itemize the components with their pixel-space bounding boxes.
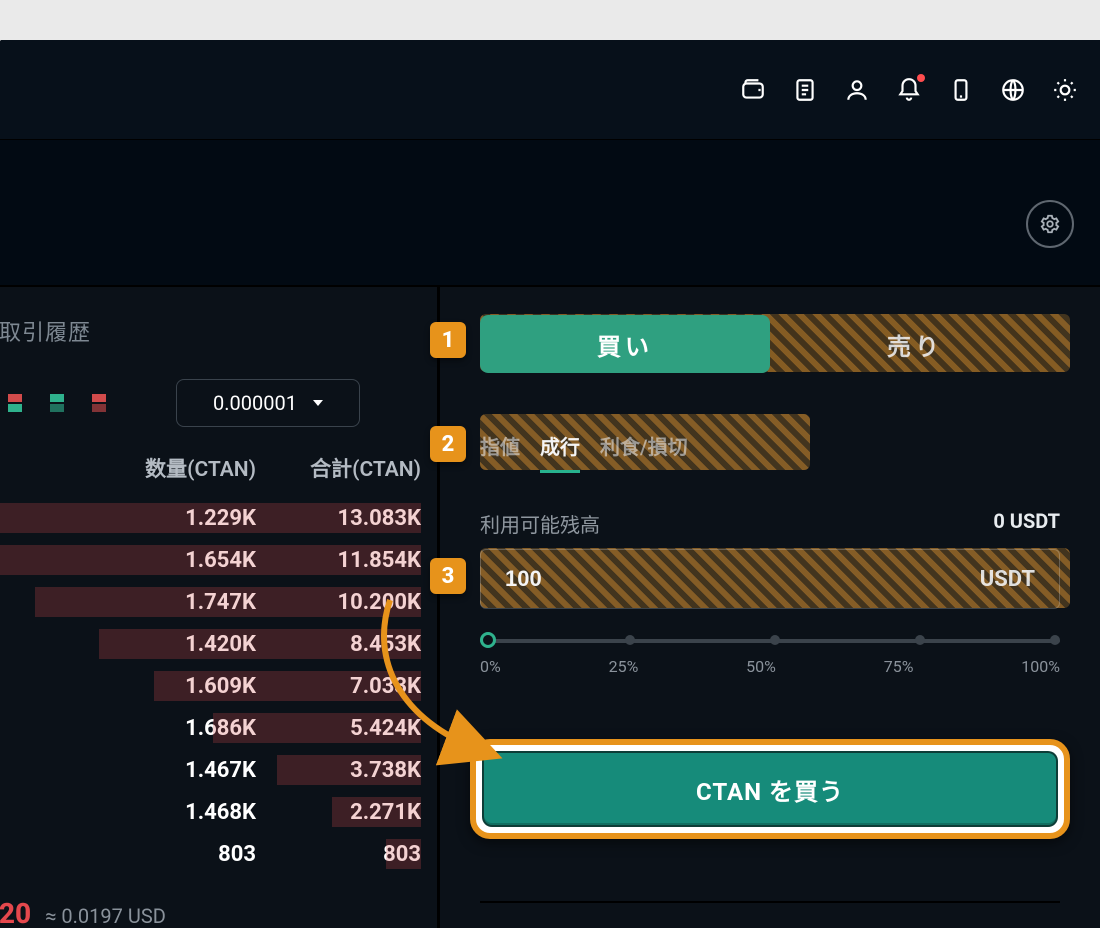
- depth-bar: [332, 797, 421, 827]
- account-icon[interactable]: [842, 75, 872, 105]
- depth-both-icon[interactable]: [8, 394, 22, 412]
- depth-bids-icon[interactable]: [50, 394, 64, 412]
- divider: [480, 901, 1060, 903]
- tick-0: 0%: [480, 657, 501, 676]
- ot-limit[interactable]: 指値: [480, 431, 520, 473]
- depth-bar: [277, 755, 421, 785]
- market-info-panel: [0, 140, 1100, 286]
- orderbook-row[interactable]: 8241.609K7.033K: [0, 665, 421, 707]
- available-label: 利用可能残高: [480, 509, 600, 538]
- amount-input[interactable]: [505, 566, 980, 592]
- tab-trade-history[interactable]: 取引履歴: [0, 315, 91, 362]
- amount-unit: USDT: [980, 567, 1035, 592]
- buy-button-highlight: CTAN を買う: [470, 739, 1070, 839]
- side-tab-buy[interactable]: 買い: [480, 315, 770, 373]
- orderbook-row[interactable]: 8641.747K10.200K: [0, 581, 421, 623]
- last-price-usd: ≈ 0.0197 USD: [45, 904, 166, 928]
- precision-value: 0.000001: [213, 391, 297, 415]
- orderbook-row[interactable]: 8441.420K8.453K: [0, 623, 421, 665]
- orderbook-panel: 板 取引履歴 0.000001 USDT) 数量(CTAN) 合計(CTAN): [0, 287, 440, 928]
- col-total: 合計(CTAN): [256, 453, 421, 483]
- qty-cell: 1.467K: [81, 758, 256, 783]
- depth-bar: [99, 629, 421, 659]
- chevron-down-icon: [313, 400, 323, 406]
- price-cell: 765: [0, 800, 81, 825]
- amount-input-group: USDT: [480, 549, 1060, 609]
- amount-slider[interactable]: 0% 25% 50% 75% 100%: [480, 639, 1060, 676]
- depth-asks-icon[interactable]: [92, 394, 106, 412]
- orderbook-row[interactable]: 8051.686K5.424K: [0, 707, 421, 749]
- depth-bar: [35, 587, 421, 617]
- col-qty: 数量(CTAN): [81, 453, 256, 483]
- price-cell: 805: [0, 716, 81, 741]
- qty-cell: 1.468K: [81, 800, 256, 825]
- orderbook-row[interactable]: 7651.468K2.271K: [0, 791, 421, 833]
- order-form-panel: 買い 売り 指値 成行 利食/損切 利用可能残高 0 USDT USDT: [440, 287, 1100, 928]
- orderbook-row[interactable]: 9031.229K13.083K: [0, 497, 421, 539]
- notification-dot: [917, 74, 925, 82]
- tick-50: 50%: [746, 657, 776, 676]
- slider-thumb[interactable]: [480, 632, 496, 648]
- side-tab-sell[interactable]: 売り: [770, 315, 1060, 373]
- last-price: .019720: [0, 897, 31, 928]
- qty-cell: 803: [81, 842, 256, 867]
- depth-bar: [0, 545, 421, 575]
- price-cell: 824: [0, 674, 81, 699]
- orderbook-row[interactable]: 7851.467K3.738K: [0, 749, 421, 791]
- tick-75: 75%: [884, 657, 914, 676]
- orderbook-row[interactable]: 746803803: [0, 833, 421, 875]
- tick-100: 100%: [1021, 657, 1060, 676]
- tick-25: 25%: [609, 657, 639, 676]
- price-cell: 785: [0, 758, 81, 783]
- price-cell: 844: [0, 632, 81, 657]
- ot-stop[interactable]: 利食/損切: [600, 431, 688, 473]
- device-icon[interactable]: [946, 75, 976, 105]
- col-price: USDT): [0, 453, 81, 483]
- sun-icon[interactable]: [1050, 75, 1080, 105]
- globe-icon[interactable]: [998, 75, 1028, 105]
- buy-button[interactable]: CTAN を買う: [484, 753, 1056, 825]
- depth-bar: [0, 503, 421, 533]
- depth-bar: [386, 839, 421, 869]
- settings-button[interactable]: [1026, 200, 1074, 248]
- wallet-icon[interactable]: [738, 75, 768, 105]
- precision-select[interactable]: 0.000001: [176, 379, 360, 427]
- depth-bar: [154, 671, 421, 701]
- available-value: 0 USDT: [993, 509, 1060, 538]
- depth-bar: [213, 713, 421, 743]
- ot-market[interactable]: 成行: [540, 431, 580, 473]
- orderbook-row[interactable]: 8841.654K11.854K: [0, 539, 421, 581]
- bell-icon[interactable]: [894, 75, 924, 105]
- header-toolbar: [0, 40, 1100, 140]
- orders-icon[interactable]: [790, 75, 820, 105]
- price-cell: 746: [0, 842, 81, 867]
